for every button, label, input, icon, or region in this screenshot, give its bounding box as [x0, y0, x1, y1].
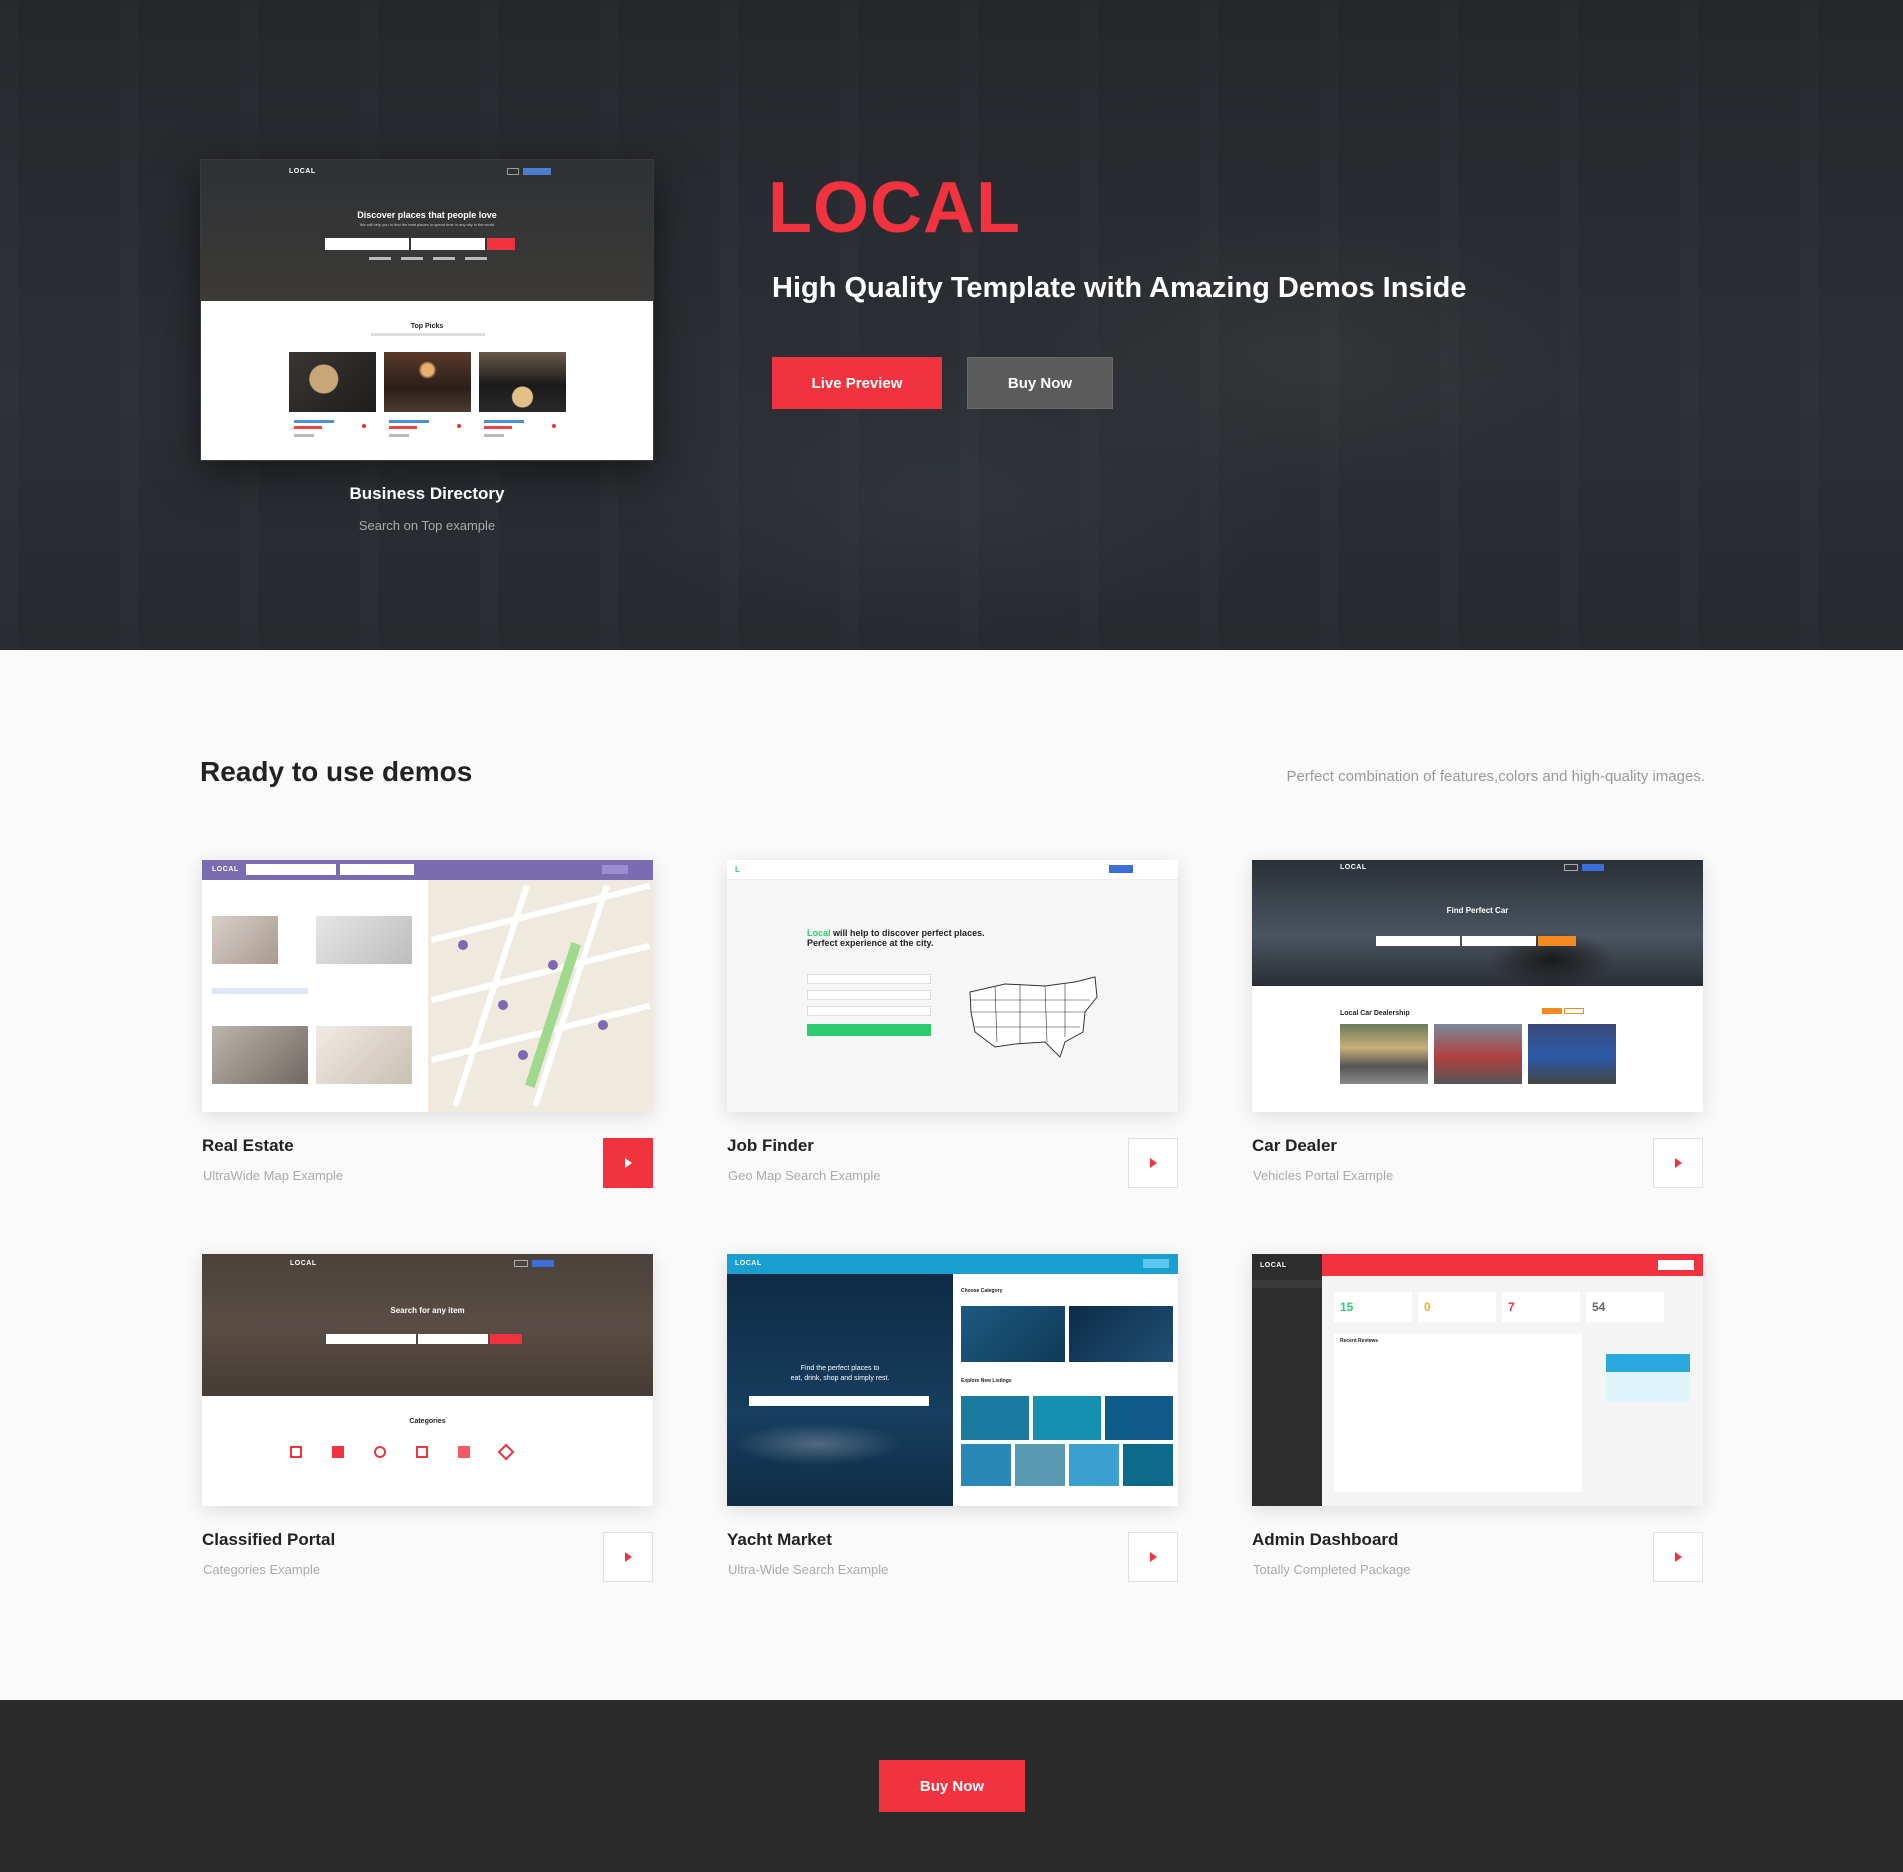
shot-ocean-hero: Find the perfect places to eat, drink, sh… [727, 1274, 953, 1506]
shot-topbar [1322, 1254, 1703, 1276]
shot-stat-reviews: 54 [1586, 1292, 1664, 1322]
demo-title: Yacht Market [727, 1530, 832, 1549]
play-icon [1149, 1158, 1157, 1168]
shot-navbar: L [727, 860, 1178, 880]
thumb-restaurant [384, 352, 471, 412]
play-icon [624, 1552, 632, 1562]
play-icon [1674, 1552, 1682, 1562]
shot-stat-pending: 0 [1418, 1292, 1496, 1322]
thumb-food [289, 352, 376, 412]
demo-subtitle: UltraWide Map Example [203, 1168, 344, 1183]
screenshot-section-title: Top Picks [410, 323, 444, 330]
shot-stat-expired: 7 [1502, 1292, 1580, 1322]
demo-subtitle: Geo Map Search Example [728, 1168, 881, 1183]
shot-featured-tip [1606, 1354, 1690, 1402]
play-button[interactable] [1128, 1532, 1178, 1582]
screenshot-subheadline: We will help you to find the best places… [359, 222, 495, 227]
demo-screenshot-classified-portal[interactable]: LOCAL Search for any item Categories [202, 1254, 653, 1506]
demos-section-subtitle: Perfect combination of features,colors a… [1286, 768, 1705, 785]
demos-section-title: Ready to use demos [200, 756, 473, 787]
shot-hero: LOCAL Search for any item [202, 1254, 653, 1396]
shot-section-title: Local Car Dealership [1340, 1010, 1410, 1017]
play-icon [624, 1158, 632, 1168]
demo-screenshot-car-dealer[interactable]: LOCAL Find Perfect Car Local Car Dealers… [1252, 860, 1703, 1112]
shot-sidebar: LOCAL [1252, 1254, 1322, 1506]
demo-title: Car Dealer [1252, 1136, 1338, 1155]
thumb-waiter [479, 352, 566, 412]
demo-screenshot-job-finder[interactable]: L Local will help to discover perfect pl… [727, 860, 1178, 1112]
shot-heading: Local will help to discover perfect plac… [807, 928, 985, 948]
demo-title: Classified Portal [202, 1530, 336, 1549]
demo-screenshot-admin-dashboard[interactable]: LOCAL 15 0 7 54 Recent Reviews [1252, 1254, 1703, 1506]
hero-section: LOCAL Discover places that people love W… [0, 0, 1903, 650]
screenshot-thumbs [289, 352, 566, 412]
shot-navbar: LOCAL [202, 860, 653, 880]
demo-title: Job Finder [727, 1136, 814, 1155]
demo-subtitle: Categories Example [203, 1562, 321, 1577]
shot-hero: LOCAL Find Perfect Car [1252, 860, 1703, 986]
play-button[interactable] [1653, 1138, 1703, 1188]
shot-section-title: Choose Category [961, 1288, 1003, 1294]
hero-tagline: High Quality Template with Amazing Demos… [772, 272, 1467, 304]
brand-logo: LOCAL [768, 168, 1021, 248]
demo-title: Admin Dashboard [1252, 1530, 1399, 1549]
screenshot-meta [289, 418, 566, 448]
demo-subtitle: Ultra-Wide Search Example [728, 1562, 889, 1577]
shot-section-subtitle: Explore New Listings [961, 1378, 1012, 1384]
screenshot-add-listing-button [523, 168, 551, 175]
shot-section-title: Categories [409, 1418, 446, 1425]
shot-map [428, 880, 653, 1112]
screenshot-section-subtitle [371, 333, 485, 336]
screenshot-categories [369, 257, 489, 261]
demo-screenshot-yacht-market[interactable]: LOCAL Find the perfect places to eat, dri… [727, 1254, 1178, 1506]
screenshot-login-button [507, 168, 519, 175]
play-icon [1674, 1158, 1682, 1168]
featured-demo-subtitle: Search on Top example [358, 518, 496, 533]
screenshot-nav: LOCAL [201, 166, 653, 180]
screenshot-headline: Discover places that people love [357, 210, 497, 220]
demo-title: Real Estate [202, 1136, 294, 1155]
footer-buy-now-button[interactable]: Buy Now [879, 1760, 1025, 1812]
shot-navbar: LOCAL [727, 1254, 1178, 1274]
play-button[interactable] [603, 1138, 653, 1188]
usa-map-icon [969, 976, 1098, 1058]
demo-subtitle: Vehicles Portal Example [1253, 1168, 1394, 1183]
buy-now-button[interactable]: Buy Now [967, 357, 1113, 409]
demo-screenshot-real-estate[interactable]: LOCAL [202, 860, 653, 1112]
play-button[interactable] [1128, 1138, 1178, 1188]
screenshot-hero: LOCAL Discover places that people love W… [201, 160, 653, 301]
play-icon [1149, 1552, 1157, 1562]
footer: Buy Now [0, 1700, 1903, 1872]
featured-demo-screenshot[interactable]: LOCAL Discover places that people love W… [200, 159, 654, 461]
featured-demo-title: Business Directory [349, 484, 505, 503]
play-button[interactable] [603, 1532, 653, 1582]
play-button[interactable] [1653, 1532, 1703, 1582]
shot-reviews-panel: Recent Reviews [1334, 1334, 1582, 1492]
screenshot-logo: LOCAL [289, 168, 316, 175]
live-preview-button[interactable]: Live Preview [772, 357, 942, 409]
shot-logo: LOCAL [212, 866, 239, 873]
shot-listing-column [202, 880, 428, 1112]
screenshot-search [325, 238, 533, 250]
shot-stat-active: 15 [1334, 1292, 1412, 1322]
demo-subtitle: Totally Completed Package [1253, 1562, 1411, 1577]
